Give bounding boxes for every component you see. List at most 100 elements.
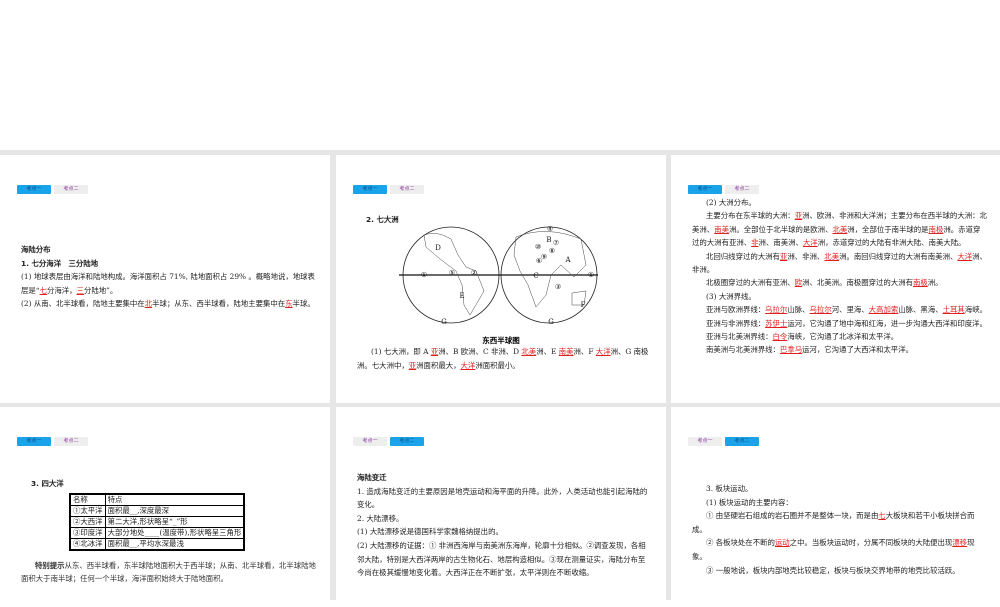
slide-1[interactable]: 考点一 考点二 海陆分布 1. 七分海洋 三分陆地 (1) 地球表层由海洋和陆地构成… <box>0 155 330 403</box>
tab-kaodian-2[interactable]: 考点二 <box>390 185 424 194</box>
slide-text: 1. 造成海陆变迁的主要原因是地壳运动和海平面的升降。此外，人类活动也能引起海陆… <box>357 485 652 580</box>
text: (1) 大陆漂移说是德国科学家魏格纳提出的。 <box>357 527 503 537</box>
answer-blank: 大洋 <box>595 347 611 356</box>
text: 洲。全部位于北半球的是欧洲、 <box>728 224 833 234</box>
text: 山脉、 <box>787 305 810 315</box>
map-label: F <box>581 301 586 309</box>
text: 亚洲与非洲界线： <box>706 318 766 328</box>
paragraph: 1. 造成海陆变迁的主要原因是地壳运动和海平面的升降。此外，人类活动也能引起海陆… <box>357 485 652 512</box>
text: 半球；从东、西半球看，陆地主要集中在 <box>152 299 286 309</box>
text: (2) 从南、北半球看，陆地主要集中在 <box>21 299 145 309</box>
tab-kaodian-1[interactable]: 考点一 <box>353 437 387 446</box>
paragraph: 北回归线穿过的大洲有亚洲、非洲、北美洲。南回归线穿过的大洲有南美洲、大洋洲、非洲… <box>692 250 987 277</box>
table-row: 名称 特点 <box>69 493 245 506</box>
map-label: D <box>435 244 441 252</box>
answer-blank: 三 <box>76 285 84 295</box>
text: 洲。南回归线穿过的大洲有南美洲、 <box>839 251 958 261</box>
tab-kaodian-1[interactable]: 考点一 <box>688 185 722 194</box>
paragraph: ① 由坚硬岩石组成的岩石圈并不是整体一块，而是由七大板块和若干小板块拼合而成。 <box>692 509 987 536</box>
text: 洲、南美洲、 <box>758 238 803 248</box>
map-label: G <box>548 318 554 326</box>
answer-blank: 漂移 <box>952 538 968 548</box>
map-label: ⑦ <box>553 239 559 247</box>
text: (1) 板块运动的主要内容： <box>706 497 793 507</box>
slide-5[interactable]: 考点一 考点二 海陆变迁 1. 造成海陆变迁的主要原因是地壳运动和海平面的升降。此… <box>336 407 666 607</box>
table-cell: 大部分地处____(温度带),形状略呈三角形 <box>104 526 245 539</box>
map-label: B <box>546 236 551 244</box>
slide-2[interactable]: 考点一 考点二 2. 七大洲 D①⑤②EG④B⑦⑩⑧⑨⑥AC①③FG 东西半球图 … <box>336 155 666 403</box>
slide-4[interactable]: 考点一 考点二 3. 四大洋 名称 特点 ①太平洋 面积最__,深度最深 ②大西洋 第二大洋… <box>0 407 330 607</box>
tab-kaodian-1[interactable]: 考点一 <box>17 185 51 194</box>
slide-text: (1) 七大洲，即 A 亚洲、B 欧洲、C 非洲、D 北美洲、E 南美洲、F 大… <box>357 345 652 372</box>
table-cell: 名称 <box>69 493 106 506</box>
answer-blank: 苏伊士 <box>765 318 788 328</box>
answer-blank: 土耳其 <box>942 305 965 315</box>
paragraph: 亚洲与欧洲界线：乌拉尔山脉、乌拉尔河、里海、大高加索山脉、黑海、土耳其海峡。 <box>692 303 987 316</box>
text: 洲、B 欧洲、C 非洲、D <box>438 347 522 356</box>
tab-kaodian-2[interactable]: 考点二 <box>54 185 88 194</box>
paragraph: ② 各板块处在不断的运动之中。当板块运动时，分属不同板块的大陆便出现漂移现象。 <box>692 536 987 563</box>
answer-blank: 北美 <box>824 251 840 261</box>
text: 半球。 <box>292 299 315 309</box>
text: 北极圈穿过的大洲有亚洲、 <box>706 278 795 288</box>
tab-kaodian-2[interactable]: 考点二 <box>390 437 424 446</box>
text: 洲，全部位于南半球的是 <box>847 224 929 234</box>
table-cell: 第二大洋,形状略呈“_”形 <box>104 515 245 528</box>
answer-blank: 大高加索 <box>868 305 899 315</box>
paragraph: 2. 大陆漂移。 <box>357 512 652 526</box>
map-label: ② <box>471 269 477 277</box>
tab-kaodian-2[interactable]: 考点二 <box>54 437 88 446</box>
map-label: ① <box>588 271 594 279</box>
paragraph: 主要分布在东半球的大洲：亚洲、欧洲、非洲和大洋洲；主要分布在西半球的大洲：北美洲… <box>692 209 987 249</box>
text: ③ 一般地说，板块内部地壳比较稳定，板块与板块交界地带的地壳比较活跃。 <box>706 565 960 575</box>
paragraph: (1) 七大洲，即 A 亚洲、B 欧洲、C 非洲、D 北美洲、E 南美洲、F 大… <box>357 345 652 372</box>
slide-thumbnail-grid: 考点一 考点二 海陆分布 1. 七分海洋 三分陆地 (1) 地球表层由海洋和陆地构成… <box>0 150 1000 607</box>
table-cell: 面积最__,平均水深最浅 <box>104 537 245 551</box>
answer-blank: 北美 <box>832 224 848 234</box>
paragraph: (2) 大陆漂移的证据：① 非洲西海岸与南美洲东海岸，轮廓十分相似。②调查发现，… <box>357 539 652 580</box>
paragraph: 亚洲与北美洲界线：白令海峡，它沟通了北冰洋和太平洋。 <box>692 330 987 343</box>
table-cell: ③印度洋 <box>69 526 106 539</box>
map-label: G <box>441 318 447 326</box>
paragraph: (1) 板块运动的主要内容： <box>692 496 987 510</box>
text: 洲、非洲、 <box>787 251 825 261</box>
map-label: ⑤ <box>449 269 455 277</box>
answer-blank: 大洋 <box>460 360 476 370</box>
answer-blank: 大洋 <box>802 238 818 248</box>
map-label: ⑩ <box>535 243 541 251</box>
map-label: E <box>459 292 464 300</box>
tab-kaodian-1[interactable]: 考点一 <box>353 185 387 194</box>
paragraph: (2) 大洲分布。 <box>692 196 987 209</box>
slide-text: (2) 大洲分布。 主要分布在东半球的大洲：亚洲、欧洲、非洲和大洋洲；主要分布在西… <box>692 196 987 357</box>
answer-blank: 北美 <box>521 347 537 356</box>
answer-blank: 北 <box>144 299 153 309</box>
text: 运河，它沟通了地中海和红海，进一步沟通大西洋和印度洋。 <box>787 318 987 328</box>
paragraph: (2) 从南、北半球看，陆地主要集中在北半球；从东、西半球看，陆地主要集中在东半… <box>21 297 316 311</box>
text: 1. 七分海洋 三分陆地 <box>21 258 99 268</box>
text: 分陆地”。 <box>83 285 118 295</box>
tab-kaodian-2[interactable]: 考点二 <box>725 437 759 446</box>
text: (1) 七大洲，即 A <box>371 347 431 356</box>
oceans-table: 名称 特点 ①太平洋 面积最__,深度最深 ②大西洋 第二大洋,形状略呈“_”形 ③印度洋大… <box>69 492 246 551</box>
table-cell: 面积最__,深度最深 <box>104 504 245 517</box>
text: 洲面积最大， <box>416 360 461 370</box>
answer-blank: 运动 <box>774 538 790 548</box>
tab-kaodian-2[interactable]: 考点二 <box>725 185 759 194</box>
text: ② 各板块处在不断的 <box>706 538 775 548</box>
text: 洲。 <box>927 278 943 288</box>
tip-label: 特别提示 <box>35 560 65 570</box>
text: 洲、北美洲。南极圈穿过的大洲有 <box>802 278 913 288</box>
answer-blank: 亚 <box>794 211 803 221</box>
tab-kaodian-1[interactable]: 考点一 <box>688 437 722 446</box>
paragraph: 亚洲与非洲界线：苏伊士运河，它沟通了地中海和红海，进一步沟通大西洋和印度洋。 <box>692 317 987 330</box>
text: (3) 大洲界线。 <box>706 291 756 301</box>
answer-blank: 七 <box>878 511 886 521</box>
hemisphere-map: D① ⑤ ②EG④B ⑦⑩ ⑧⑨⑥ AC ①③FG <box>399 225 598 326</box>
map-label: ③ <box>555 283 561 291</box>
paragraph: (1) 地球表层由海洋和陆地构成。海洋面积占 71%, 陆地面积占 29% 。概… <box>21 270 316 297</box>
text: 1. 造成海陆变迁的主要原因是地壳运动和海平面的升降。此外，人类活动也能引起海陆… <box>357 486 648 510</box>
answer-blank: 乌拉尔 <box>765 305 788 315</box>
tab-kaodian-1[interactable]: 考点一 <box>17 437 51 446</box>
slide-3[interactable]: 考点一 考点二 (2) 大洲分布。 主要分布在东半球的大洲：亚洲、欧洲、非洲和大洋洲… <box>671 155 1000 403</box>
slide-6[interactable]: 考点一 考点二 3. 板块运动。 (1) 板块运动的主要内容： ① 由坚硬岩石组成的岩… <box>671 407 1000 607</box>
